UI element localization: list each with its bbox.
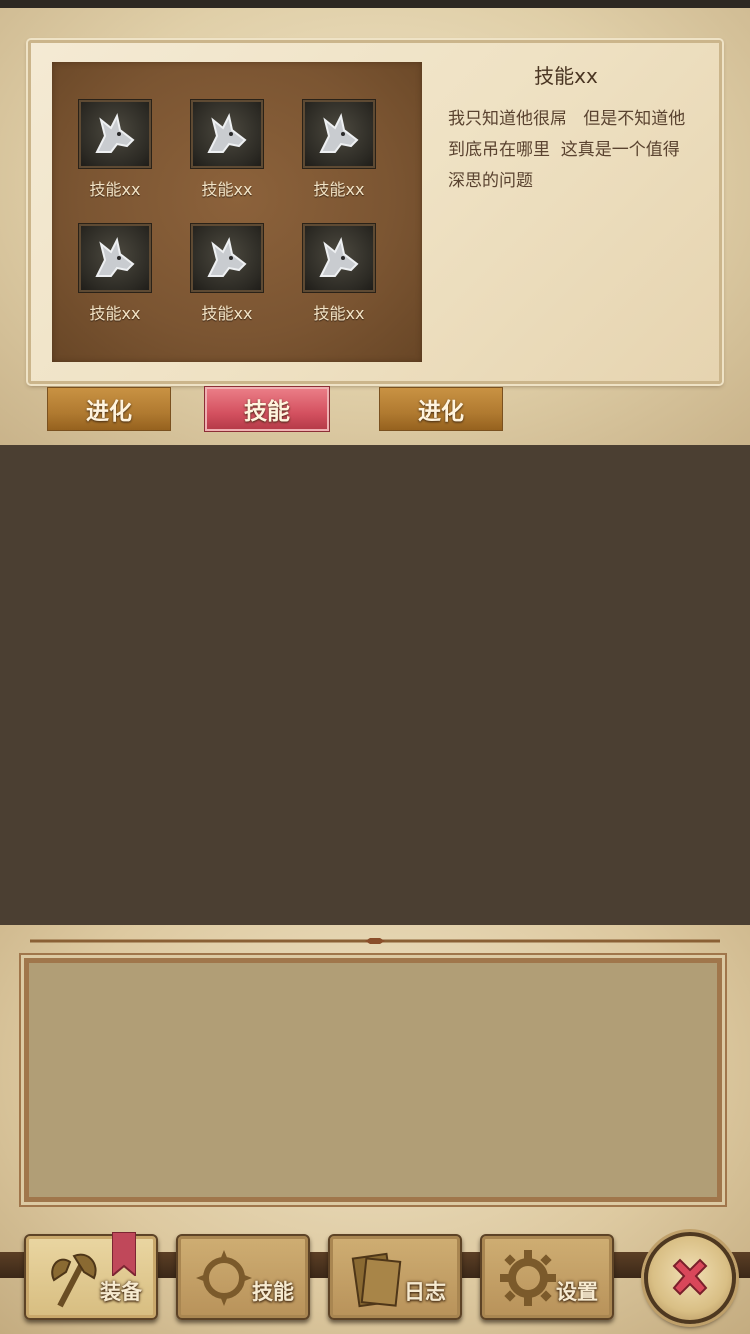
skill-slot[interactable]: 技能xx bbox=[184, 224, 270, 328]
wolf-head-icon bbox=[79, 224, 151, 292]
skill-label: 技能xx bbox=[313, 180, 365, 199]
skill-slot[interactable]: 技能xx bbox=[296, 224, 382, 328]
tab-skills[interactable]: 技能 bbox=[205, 387, 329, 431]
wolf-head-icon bbox=[79, 100, 151, 168]
top-strip bbox=[0, 0, 750, 8]
gear-icon bbox=[500, 1250, 556, 1306]
skill-label: 技能xx bbox=[201, 304, 253, 323]
skill-label: 技能xx bbox=[89, 180, 141, 199]
nav-skills-button[interactable]: 技能 bbox=[176, 1234, 310, 1320]
nav-settings-button[interactable]: 设置 bbox=[480, 1234, 614, 1320]
wolf-head-icon bbox=[191, 100, 263, 168]
nav-label: 技能 bbox=[252, 1280, 294, 1304]
nav-log-button[interactable]: 日志 bbox=[328, 1234, 462, 1320]
scroll-icon bbox=[351, 1252, 402, 1308]
close-x-icon bbox=[672, 1258, 708, 1296]
message-log-box bbox=[24, 958, 722, 1202]
nav-label: 装备 bbox=[100, 1280, 142, 1304]
skill-detail-description: 我只知道他很屌 但是不知道他 到底吊在哪里 这真是一个值得 深思的问题 bbox=[448, 109, 686, 191]
ornamental-divider bbox=[30, 938, 720, 944]
tab-evolve-right[interactable]: 进化 bbox=[379, 387, 503, 431]
wolf-head-icon bbox=[303, 100, 375, 168]
tab-evolve-left[interactable]: 进化 bbox=[47, 387, 171, 431]
skill-detail-title: 技能xx bbox=[534, 64, 598, 88]
skill-label: 技能xx bbox=[313, 304, 365, 323]
close-button[interactable] bbox=[644, 1232, 736, 1324]
wolf-head-icon bbox=[191, 224, 263, 292]
skill-emblem-icon bbox=[196, 1250, 252, 1306]
nav-label: 设置 bbox=[556, 1280, 598, 1304]
skill-slot[interactable]: 技能xx bbox=[184, 100, 270, 204]
skill-slot[interactable]: 技能xx bbox=[296, 100, 382, 204]
nav-label: 日志 bbox=[404, 1280, 446, 1304]
axe-icon bbox=[51, 1253, 97, 1308]
nav-equipment-button[interactable]: 装备 bbox=[24, 1234, 158, 1320]
skill-label: 技能xx bbox=[201, 180, 253, 199]
skill-slot[interactable]: 技能xx bbox=[72, 100, 158, 204]
wolf-head-icon bbox=[303, 224, 375, 292]
skill-slot[interactable]: 技能xx bbox=[72, 224, 158, 328]
skill-label: 技能xx bbox=[89, 304, 141, 323]
bookmark-ribbon-icon bbox=[112, 1232, 136, 1276]
